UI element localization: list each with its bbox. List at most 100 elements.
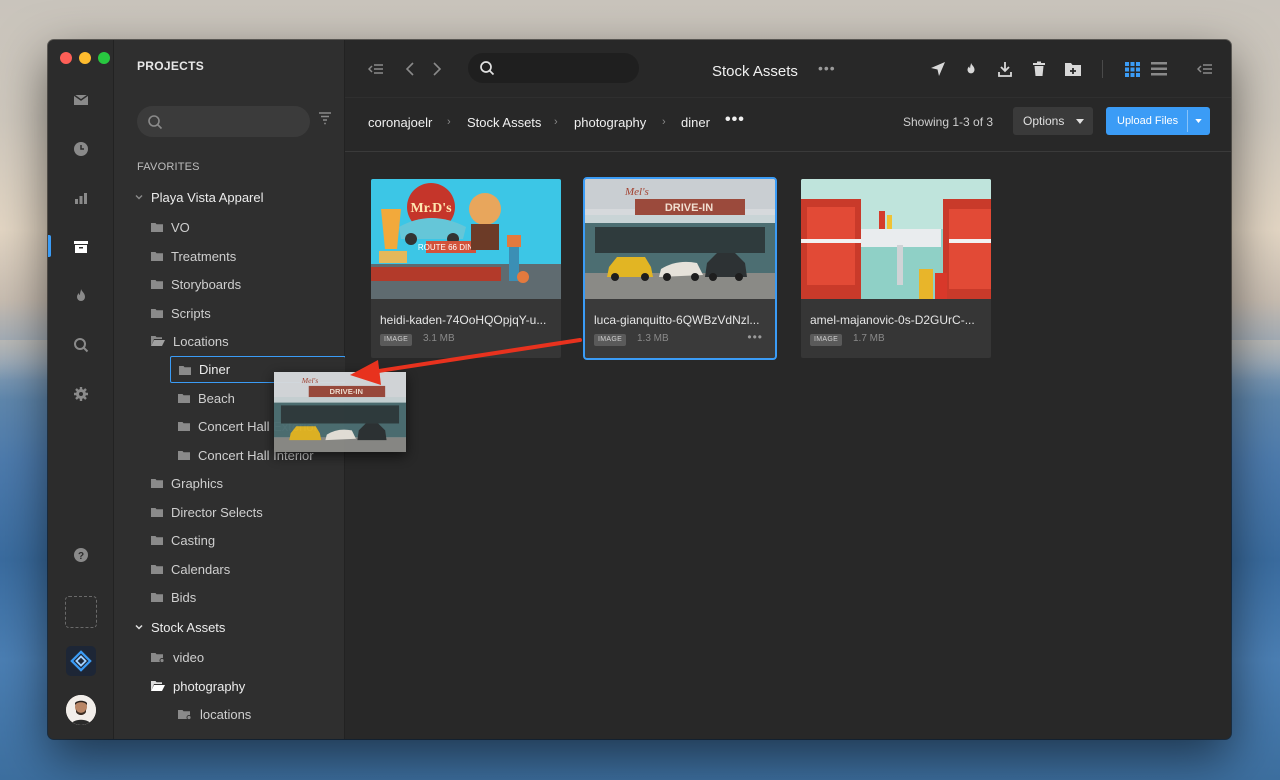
send-icon[interactable] [927,59,949,79]
tree-item-label: Calendars [171,561,231,577]
grid-view-icon[interactable] [1121,59,1143,79]
tree-folder-locations[interactable]: Locations [151,330,229,352]
folder-icon [179,365,191,375]
tree-folder-storyboards[interactable]: Storyboards [151,273,241,295]
tree-folder-director-selects[interactable]: Director Selects [151,501,263,523]
tree-folder-treatments[interactable]: Treatments [151,245,236,267]
add-workspace-slot[interactable] [65,596,97,628]
settings-gear-icon[interactable] [69,382,93,406]
caret-down-icon[interactable] [1195,119,1202,123]
tree-folder-scripts[interactable]: Scripts [151,302,211,324]
file-name[interactable]: luca-gianquitto-6QWBzVdNzl... [594,313,759,327]
file-more-menu[interactable]: ••• [747,330,763,344]
tree-folder-partial[interactable] [178,732,198,739]
folder-icon [151,279,163,289]
svg-text:Mel's: Mel's [624,186,649,198]
chevron-down-icon[interactable] [133,192,145,202]
breadcrumb-item[interactable]: photography [574,115,646,130]
file-name[interactable]: heidi-kaden-74OoHQOpjqY-u... [380,313,546,327]
back-arrow-icon[interactable] [399,59,421,79]
folder-icon [178,421,190,431]
tree-folder-vo[interactable]: VO [151,216,190,238]
svg-text:DRIVE-IN: DRIVE-IN [330,387,363,396]
sidebar-search-input[interactable] [137,106,310,137]
tree-item-label: Treatments [171,248,237,264]
zoom-window-button[interactable] [98,52,110,64]
search-icon[interactable] [69,333,93,357]
minimize-window-button[interactable] [79,52,91,64]
collapse-right-panel-icon[interactable] [1194,59,1216,79]
tree-folder-graphics[interactable]: Graphics [151,472,223,494]
folder-icon [151,535,163,545]
folder-icon [151,592,163,602]
svg-text:DRIVE-IN: DRIVE-IN [665,202,713,214]
tree-folder-locations-sub[interactable]: locations [178,703,251,725]
breadcrumb-item[interactable]: coronajoelr [368,115,432,130]
file-type-badge: IMAGE [810,334,843,346]
projects-archive-icon[interactable] [69,235,93,259]
app-window: ? PROJECTS FAVORITES Playa Vista Apparel… [48,40,1231,739]
clock-icon[interactable] [69,137,93,161]
close-window-button[interactable] [60,52,72,64]
tree-item-label: Playa Vista Apparel [151,189,264,205]
file-name[interactable]: amel-majanovic-0s-D2GUrC-... [810,313,975,327]
file-size: 1.3 MB [637,333,669,344]
thumbnail-image[interactable]: Mr.D's ROUTE 66 DINER [371,179,561,299]
list-view-icon[interactable] [1148,59,1170,79]
favorites-heading: FAVORITES [137,161,200,173]
main-panel: Stock Assets ••• coronajoelr › Stock Ass… [345,40,1231,739]
folder-icon [151,251,163,261]
filter-icon[interactable] [318,111,332,130]
flame-icon[interactable] [69,284,93,308]
results-count: Showing 1-3 of 3 [903,115,994,129]
svg-text:Mr.D's: Mr.D's [410,201,452,216]
folder-icon [178,450,190,460]
tree-item-label: Scripts [171,305,211,321]
upload-files-button[interactable]: Upload Files [1106,107,1210,135]
tree-folder-photography[interactable]: photography [151,675,245,697]
collapse-sidebar-icon[interactable] [365,59,387,79]
trash-icon[interactable] [1028,59,1050,79]
tree-folder-beach[interactable]: Beach [178,387,235,409]
folder-icon [151,564,163,574]
tree-project-playa-vista-apparel[interactable]: Playa Vista Apparel [133,186,264,208]
file-card-selected[interactable]: DRIVE-IN Mel's luca-gianquitto-6QWBzVdNz… [583,177,777,360]
chevron-right-icon: › [662,116,666,128]
shared-folder-icon [151,652,165,663]
tree-project-stock-assets[interactable]: Stock Assets [133,616,225,638]
new-folder-icon[interactable] [1062,59,1084,79]
thumbnail-image[interactable]: DRIVE-IN Mel's [585,179,775,299]
flame-icon[interactable] [960,59,982,79]
window-controls [60,52,110,64]
chevron-right-icon: › [447,116,451,128]
tree-folder-casting[interactable]: Casting [151,529,215,551]
options-dropdown[interactable]: Options [1013,107,1093,135]
tree-item-label: video [173,649,205,665]
tree-item-label: Stock Assets [151,619,226,635]
download-icon[interactable] [994,59,1016,79]
analytics-icon[interactable] [69,186,93,210]
tree-folder-video[interactable]: video [151,646,204,668]
tree-folder-bids[interactable]: Bids [151,586,196,608]
breadcrumb-more-menu[interactable]: ••• [725,111,745,129]
tree-folder-calendars[interactable]: Calendars [151,558,230,580]
tree-item-label: Director Selects [171,504,263,520]
app-logo-icon[interactable] [66,646,96,676]
main-search-input[interactable] [468,53,639,83]
file-size: 3.1 MB [423,333,455,344]
breadcrumb-item[interactable]: Stock Assets [467,115,541,130]
file-card[interactable]: amel-majanovic-0s-D2GUrC-... IMAGE 1.7 M… [801,179,991,358]
title-more-menu[interactable]: ••• [818,60,836,76]
chevron-down-icon[interactable] [133,622,145,632]
user-avatar[interactable] [66,695,96,725]
file-card[interactable]: Mr.D's ROUTE 66 DINER heidi-kaden-74OoHQ… [371,179,561,358]
folder-icon [178,738,190,739]
thumbnail-image[interactable] [801,179,991,299]
forward-arrow-icon[interactable] [426,59,448,79]
open-folder-icon [151,681,165,691]
breadcrumb-item-current[interactable]: diner [681,115,710,130]
tree-item-label: Beach [198,390,235,406]
inbox-icon[interactable] [69,88,93,112]
tree-item-label: Bids [171,589,197,605]
help-icon[interactable]: ? [69,543,93,567]
